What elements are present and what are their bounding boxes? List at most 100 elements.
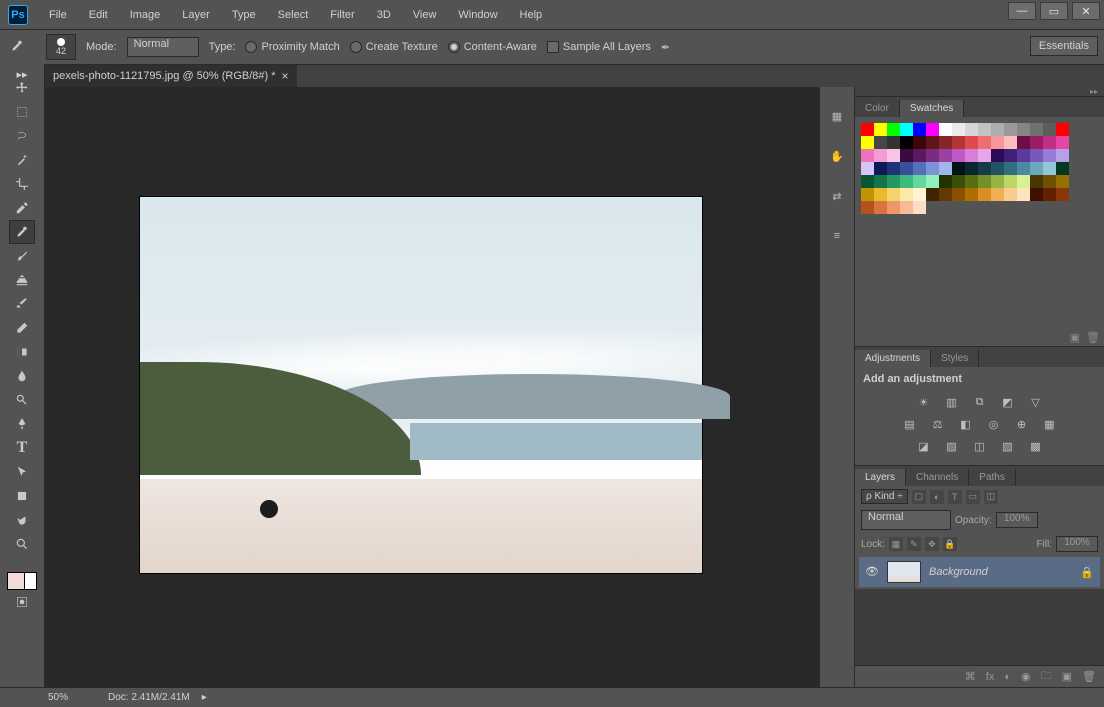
swatch[interactable] <box>1017 175 1030 188</box>
adjustment-layer-icon[interactable]: ◉ <box>1021 670 1031 683</box>
swatch[interactable] <box>978 188 991 201</box>
swatch[interactable] <box>913 136 926 149</box>
swatch[interactable] <box>952 162 965 175</box>
swatch[interactable] <box>978 149 991 162</box>
adj-gradient-icon[interactable]: ▧ <box>999 439 1017 453</box>
tab-swatches[interactable]: Swatches <box>900 100 964 117</box>
lasso-tool[interactable] <box>9 124 35 148</box>
lock-icon[interactable]: 🔒 <box>1080 566 1094 579</box>
eraser-tool[interactable] <box>9 316 35 340</box>
swatch[interactable] <box>1030 136 1043 149</box>
swatch[interactable] <box>900 136 913 149</box>
adj-lookup-icon[interactable]: ▦ <box>1041 417 1059 431</box>
swatch[interactable] <box>991 149 1004 162</box>
sample-all-layers-checkbox[interactable]: Sample All Layers <box>547 41 651 53</box>
maximize-button[interactable]: ▭ <box>1040 2 1068 20</box>
filter-smart-icon[interactable]: ◫ <box>984 490 998 504</box>
layer-thumbnail[interactable] <box>887 561 921 583</box>
swatch[interactable] <box>913 188 926 201</box>
menu-layer[interactable]: Layer <box>171 3 221 27</box>
swatch[interactable] <box>900 162 913 175</box>
swatch[interactable] <box>1043 123 1056 136</box>
swatch[interactable] <box>874 188 887 201</box>
swatch[interactable] <box>965 162 978 175</box>
type-tool[interactable]: T <box>9 436 35 460</box>
hand-tool[interactable] <box>9 508 35 532</box>
current-tool-icon[interactable] <box>10 39 36 56</box>
close-tab-icon[interactable]: × <box>282 69 289 83</box>
swatch[interactable] <box>926 188 939 201</box>
pen-tool[interactable] <box>9 412 35 436</box>
gradient-tool[interactable] <box>9 340 35 364</box>
adj-mixer-icon[interactable]: ⊕ <box>1013 417 1031 431</box>
swatch[interactable] <box>900 188 913 201</box>
swatch[interactable] <box>874 162 887 175</box>
adj-selective-icon[interactable]: ▩ <box>1027 439 1045 453</box>
swatch[interactable] <box>1030 123 1043 136</box>
swatch[interactable] <box>926 162 939 175</box>
status-arrow-icon[interactable]: ▸ <box>202 692 207 703</box>
opacity-input[interactable]: 100% <box>996 512 1038 528</box>
swatch[interactable] <box>952 175 965 188</box>
swatch[interactable] <box>913 149 926 162</box>
adj-vibrance-icon[interactable]: ▽ <box>1027 395 1045 409</box>
mask-icon[interactable]: ◐ <box>1004 671 1011 683</box>
swatch[interactable] <box>861 136 874 149</box>
swatch[interactable] <box>952 149 965 162</box>
swatch[interactable] <box>1056 136 1069 149</box>
adj-invert-icon[interactable]: ◪ <box>915 439 933 453</box>
swatch[interactable] <box>913 201 926 214</box>
swatch[interactable] <box>1017 162 1030 175</box>
swatch[interactable] <box>1056 149 1069 162</box>
swatch[interactable] <box>874 201 887 214</box>
swatch[interactable] <box>939 188 952 201</box>
swatch[interactable] <box>926 149 939 162</box>
swatch[interactable] <box>965 175 978 188</box>
menu-help[interactable]: Help <box>509 3 554 27</box>
adj-threshold-icon[interactable]: ◫ <box>971 439 989 453</box>
swatch[interactable] <box>965 188 978 201</box>
menu-view[interactable]: View <box>402 3 448 27</box>
swatch[interactable] <box>874 175 887 188</box>
document-tab[interactable]: pexels-photo-1121795.jpg @ 50% (RGB/8#) … <box>45 65 297 87</box>
menu-type[interactable]: Type <box>221 3 267 27</box>
healing-brush-tool[interactable] <box>9 220 35 244</box>
adj-bw-icon[interactable]: ◧ <box>957 417 975 431</box>
swatch[interactable] <box>1043 175 1056 188</box>
swatch[interactable] <box>861 149 874 162</box>
swatch[interactable] <box>952 136 965 149</box>
menu-filter[interactable]: Filter <box>319 3 365 27</box>
swatch[interactable] <box>1056 123 1069 136</box>
adj-exposure-icon[interactable]: ◩ <box>999 395 1017 409</box>
swatch[interactable] <box>991 162 1004 175</box>
canvas[interactable] <box>140 197 702 573</box>
link-layers-icon[interactable]: ⌘ <box>965 670 976 683</box>
swatch[interactable] <box>1056 188 1069 201</box>
swatch[interactable] <box>1030 162 1043 175</box>
swatch[interactable] <box>939 123 952 136</box>
trash-icon[interactable]: 🗑 <box>1082 670 1096 683</box>
adj-levels-icon[interactable]: ▥ <box>943 395 961 409</box>
pressure-icon[interactable]: ✒ <box>661 41 670 54</box>
layer-item-background[interactable]: 👁 Background 🔒 <box>859 557 1100 587</box>
dodge-tool[interactable] <box>9 388 35 412</box>
delete-swatch-icon[interactable]: 🗑 <box>1086 331 1100 344</box>
history-brush-tool[interactable] <box>9 292 35 316</box>
swatch[interactable] <box>939 162 952 175</box>
quick-mask-toggle[interactable] <box>9 590 35 614</box>
menu-select[interactable]: Select <box>267 3 320 27</box>
crop-tool[interactable] <box>9 172 35 196</box>
collapse-panels[interactable]: ▸▸ <box>855 87 1104 97</box>
swatch[interactable] <box>978 123 991 136</box>
mode-select[interactable]: Normal <box>127 37 199 57</box>
dock-presets-icon[interactable]: ⇄ <box>826 185 848 207</box>
swatch[interactable] <box>939 136 952 149</box>
fx-icon[interactable]: fx <box>986 671 995 683</box>
tab-color[interactable]: Color <box>855 100 900 117</box>
swatch[interactable] <box>991 136 1004 149</box>
tab-styles[interactable]: Styles <box>931 350 979 367</box>
blend-mode-select[interactable]: Normal <box>861 510 951 530</box>
swatch[interactable] <box>1056 175 1069 188</box>
swatch[interactable] <box>1004 149 1017 162</box>
filter-type-icon[interactable]: T <box>948 490 962 504</box>
